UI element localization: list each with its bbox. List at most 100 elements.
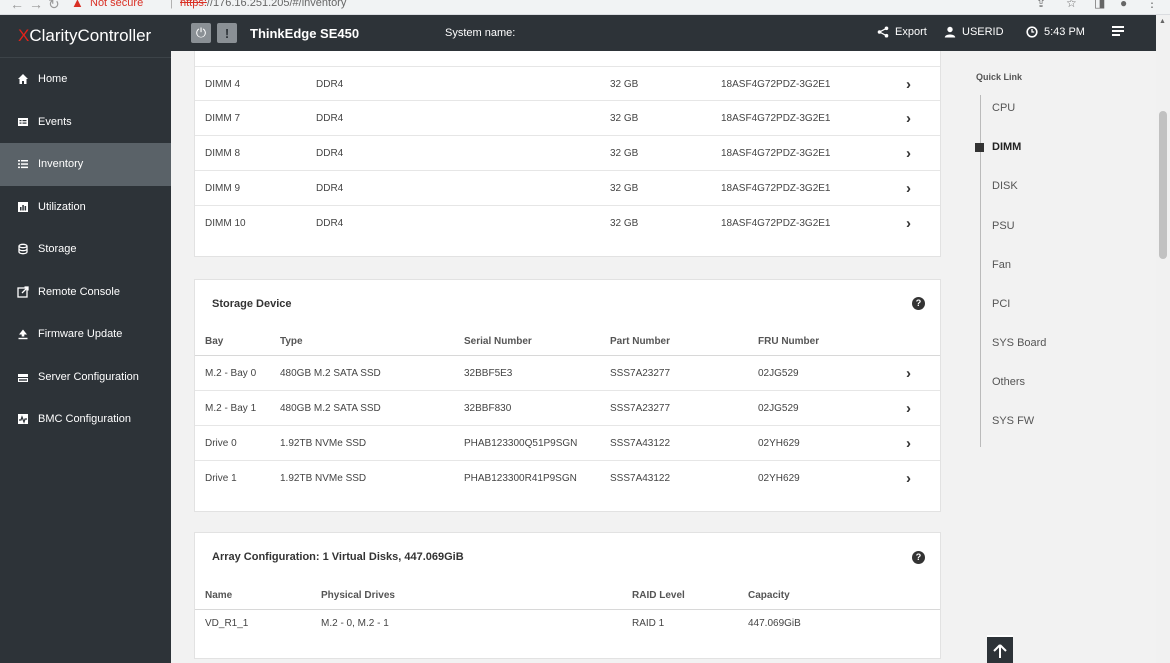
dimm-size: 32 GB — [610, 148, 639, 159]
chevron-right-icon[interactable]: › — [906, 206, 911, 241]
url-bar[interactable]: https://176.16.251.205/#/inventory — [180, 0, 346, 9]
browser-menu-icon[interactable]: ⋮ — [1146, 0, 1158, 10]
server-model: ThinkEdge SE450 — [250, 26, 360, 41]
chevron-right-icon[interactable]: › — [906, 101, 911, 136]
storage-bay: M.2 - Bay 1 — [205, 403, 257, 414]
chevron-right-icon[interactable]: › — [906, 461, 911, 496]
quick-link-pci[interactable]: PCI — [992, 298, 1010, 310]
table-row[interactable]: M.2 - Bay 0 480GB M.2 SATA SSD 32BBF5E3 … — [195, 356, 940, 391]
sidebar-item-utilization[interactable]: Utilization — [0, 186, 171, 229]
share-icon[interactable]: ⇪ — [1036, 0, 1046, 10]
chevron-right-icon[interactable]: › — [906, 426, 911, 461]
url-path: //176.16.251.205/#/inventory — [206, 0, 347, 9]
sidebar-item-remote-console[interactable]: Remote Console — [0, 271, 171, 314]
sidebar-item-inventory[interactable]: Inventory — [0, 143, 171, 186]
quick-link-others[interactable]: Others — [992, 376, 1025, 388]
quick-link-fan[interactable]: Fan — [992, 259, 1011, 271]
sidepanel-icon[interactable]: ◨ — [1094, 0, 1105, 10]
storage-bay: Drive 1 — [205, 473, 237, 484]
back-icon[interactable]: ← — [10, 0, 24, 12]
server-config-icon — [16, 370, 29, 383]
quick-link-sys-board[interactable]: SYS Board — [992, 337, 1046, 349]
help-icon[interactable]: ? — [912, 551, 925, 564]
dimm-part: 18ASF4G72PDZ-3G2E1 — [721, 79, 831, 90]
export-button[interactable]: Export — [877, 26, 927, 38]
dimm-name: DIMM 4 — [205, 79, 240, 90]
table-row[interactable]: DIMM 7 DDR4 32 GB 18ASF4G72PDZ-3G2E1 › — [195, 101, 940, 136]
url-scheme: https: — [180, 0, 207, 9]
clock: 5:43 PM — [1026, 26, 1085, 38]
column-header[interactable]: Serial Number — [464, 328, 532, 356]
column-header[interactable]: Name — [205, 582, 232, 610]
column-header[interactable]: Type — [280, 328, 303, 356]
sidebar-item-label: Home — [38, 73, 68, 86]
storage-device-card: Storage Device ? Bay Type Serial Number … — [194, 279, 941, 512]
table-row[interactable]: DIMM 8 DDR4 32 GB 18ASF4G72PDZ-3G2E1 › — [195, 136, 940, 171]
column-header[interactable]: Capacity — [748, 582, 790, 610]
sidebar-item-storage[interactable]: Storage — [0, 228, 171, 271]
storage-title: Storage Device — [212, 298, 292, 310]
dimm-size: 32 GB — [610, 183, 639, 194]
quick-link-disk[interactable]: DISK — [992, 180, 1018, 192]
page-scrollbar[interactable]: ▲ — [1156, 15, 1170, 663]
table-row[interactable]: Drive 1 1.92TB NVMe SSD PHAB123300R41P9S… — [195, 461, 940, 496]
events-icon — [16, 115, 29, 128]
sidebar-item-bmc-configuration[interactable]: BMC Configuration — [0, 398, 171, 441]
storage-serial: PHAB123300Q51P9SGN — [464, 438, 578, 449]
sidebar-item-server-configuration[interactable]: Server Configuration — [0, 356, 171, 399]
scroll-up-icon[interactable]: ▲ — [1159, 18, 1166, 25]
hamburger-menu-icon[interactable] — [1111, 24, 1125, 43]
storage-fru: 02JG529 — [758, 368, 799, 379]
quick-link-cpu[interactable]: CPU — [992, 102, 1015, 114]
table-row[interactable]: DIMM 10 DDR4 32 GB 18ASF4G72PDZ-3G2E1 › — [195, 206, 940, 241]
sidebar-item-events[interactable]: Events — [0, 101, 171, 144]
inventory-icon — [16, 158, 29, 171]
home-icon — [16, 73, 29, 86]
scrollbar-thumb[interactable] — [1159, 111, 1167, 259]
quick-link-dimm[interactable]: DIMM — [992, 141, 1021, 153]
table-row[interactable]: M.2 - Bay 1 480GB M.2 SATA SSD 32BBF830 … — [195, 391, 940, 426]
chevron-right-icon[interactable]: › — [906, 356, 911, 391]
table-row[interactable]: DIMM 4 DDR4 32 GB 18ASF4G72PDZ-3G2E1 › — [195, 66, 940, 101]
chevron-right-icon[interactable]: › — [906, 136, 911, 171]
storage-part: SSS7A23277 — [610, 368, 671, 379]
sidebar-item-firmware-update[interactable]: Firmware Update — [0, 313, 171, 356]
reload-icon[interactable]: ↻ — [48, 0, 60, 13]
chevron-right-icon[interactable]: › — [906, 67, 911, 102]
storage-type: 1.92TB NVMe SSD — [280, 473, 367, 484]
power-icon[interactable]: ⏻ — [191, 23, 211, 43]
forward-icon[interactable]: → — [29, 0, 43, 12]
not-secure-label[interactable]: Not secure — [90, 0, 143, 9]
storage-part: SSS7A43122 — [610, 473, 671, 484]
brand-logo[interactable]: X Clarity Controller — [0, 15, 171, 58]
table-row[interactable]: VD_R1_1 M.2 - 0, M.2 - 1 RAID 1 447.069G… — [195, 610, 940, 638]
quick-link-psu[interactable]: PSU — [992, 220, 1015, 232]
table-row[interactable]: DIMM 9 DDR4 32 GB 18ASF4G72PDZ-3G2E1 › — [195, 171, 940, 206]
column-header[interactable]: Bay — [205, 328, 223, 356]
quick-link-sys-fw[interactable]: SYS FW — [992, 415, 1034, 427]
storage-serial: 32BBF830 — [464, 403, 512, 414]
sidebar-item-home[interactable]: Home — [0, 58, 171, 101]
storage-part: SSS7A23277 — [610, 403, 671, 414]
scroll-to-top-button[interactable] — [987, 635, 1013, 663]
bookmark-icon[interactable]: ☆ — [1066, 0, 1077, 10]
dimm-part: 18ASF4G72PDZ-3G2E1 — [721, 183, 831, 194]
column-header[interactable]: RAID Level — [632, 582, 685, 610]
alert-icon[interactable]: ! — [217, 23, 237, 43]
dimm-part: 18ASF4G72PDZ-3G2E1 — [721, 218, 831, 229]
main-content: DIMM 4 DDR4 32 GB 18ASF4G72PDZ-3G2E1 › D… — [171, 51, 1156, 663]
chevron-right-icon[interactable]: › — [906, 171, 911, 206]
dimm-type: DDR4 — [316, 183, 344, 194]
column-header[interactable]: Part Number — [610, 328, 670, 356]
storage-type: 480GB M.2 SATA SSD — [280, 368, 381, 379]
user-menu[interactable]: USERID — [944, 26, 1004, 38]
sidebar-item-label: Inventory — [38, 158, 84, 171]
table-row[interactable]: Drive 0 1.92TB NVMe SSD PHAB123300Q51P9S… — [195, 426, 940, 461]
column-header[interactable]: Physical Drives — [321, 582, 395, 610]
column-header[interactable]: FRU Number — [758, 328, 819, 356]
firmware-update-icon — [16, 328, 29, 341]
profile-icon[interactable]: ● — [1120, 0, 1127, 10]
help-icon[interactable]: ? — [912, 297, 925, 310]
chevron-right-icon[interactable]: › — [906, 391, 911, 426]
bmc-config-icon — [16, 413, 29, 426]
